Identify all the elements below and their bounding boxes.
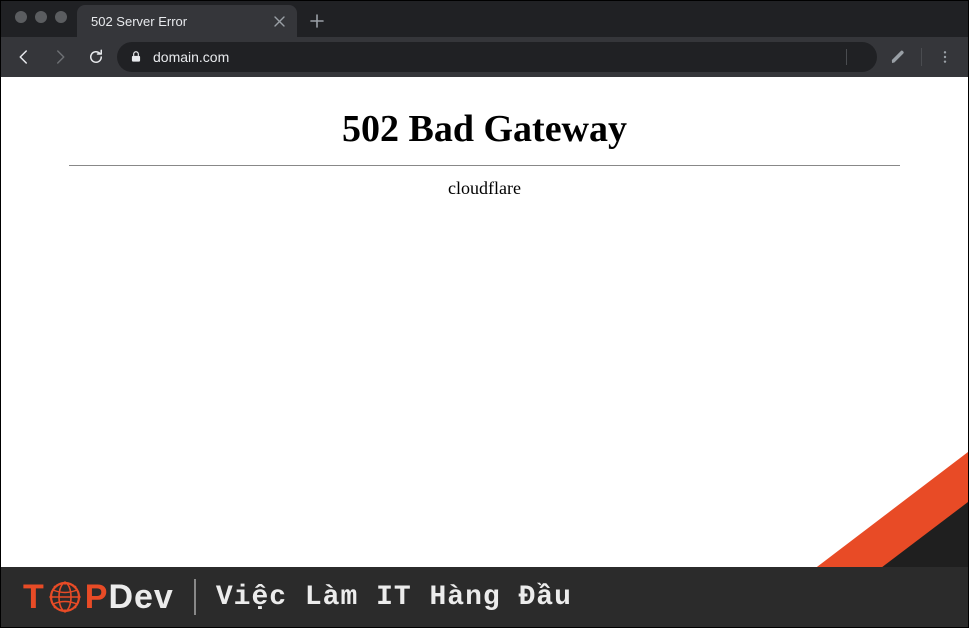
topdev-logo: T P Dev <box>23 578 174 617</box>
browser-window: 502 Server Error domain.com <box>1 1 968 77</box>
back-button[interactable] <box>9 42 39 72</box>
address-bar-divider <box>846 49 847 65</box>
logo-letter-p: P <box>85 578 109 617</box>
kebab-menu-button[interactable] <box>930 42 960 72</box>
error-heading: 502 Bad Gateway <box>1 107 968 151</box>
browser-toolbar: domain.com <box>1 37 968 77</box>
logo-text-dev: Dev <box>108 578 173 617</box>
browser-tab[interactable]: 502 Server Error <box>77 5 297 37</box>
logo-globe-icon <box>47 579 83 615</box>
brand-banner: T P Dev Việc Làm IT Hàng Đầu <box>1 567 968 627</box>
maximize-window-button[interactable] <box>55 11 67 23</box>
minimize-window-button[interactable] <box>35 11 47 23</box>
toolbar-divider <box>921 48 922 66</box>
address-bar[interactable]: domain.com <box>117 42 877 72</box>
url-text: domain.com <box>153 49 839 65</box>
forward-button[interactable] <box>45 42 75 72</box>
logo-letter-t: T <box>23 578 45 617</box>
banner-tagline: Việc Làm IT Hàng Đầu <box>216 582 572 613</box>
reload-button[interactable] <box>81 42 111 72</box>
window-controls <box>11 1 77 37</box>
provider-text: cloudflare <box>1 178 968 199</box>
lock-icon <box>129 50 143 64</box>
divider <box>69 165 901 166</box>
close-tab-button[interactable] <box>271 13 287 29</box>
close-window-button[interactable] <box>15 11 27 23</box>
tab-title: 502 Server Error <box>91 14 263 29</box>
new-tab-button[interactable] <box>303 7 331 35</box>
banner-divider <box>194 579 196 615</box>
edit-url-icon[interactable] <box>883 42 913 72</box>
page-content: 502 Bad Gateway cloudflare <box>1 77 968 199</box>
tab-bar: 502 Server Error <box>1 1 968 37</box>
